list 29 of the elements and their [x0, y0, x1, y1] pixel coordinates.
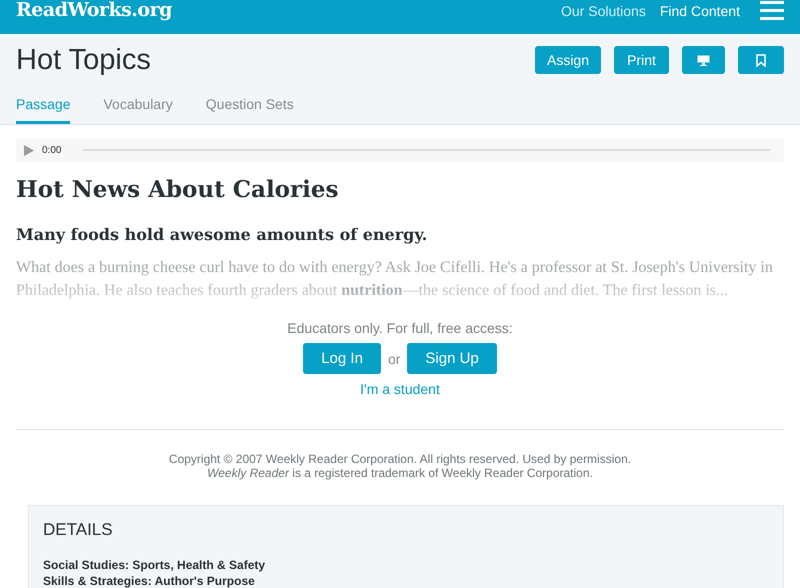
- article-subtitle: Many foods hold awesome amounts of energy.: [16, 225, 428, 244]
- projector-button[interactable]: [682, 46, 725, 74]
- nav-link[interactable]: Our Solutions: [561, 3, 646, 19]
- article-title: Hot News About Calories: [16, 176, 340, 203]
- or-text: or: [388, 350, 400, 366]
- access-prompt: Educators only. For full, free access:: [287, 320, 513, 336]
- tab[interactable]: Passage: [16, 96, 70, 124]
- menu-icon[interactable]: [760, 1, 784, 21]
- action-button[interactable]: Assign: [535, 46, 601, 74]
- details-line: Social Studies: Sports, Health & Safety: [43, 558, 266, 572]
- page-title: Hot Topics: [16, 44, 152, 76]
- time-display: 0:00: [42, 144, 62, 156]
- bookmark-icon: [756, 54, 766, 66]
- logo[interactable]: ReadWorks.org: [16, 0, 172, 21]
- article-excerpt: What does a burning cheese curl have to do with energy? Ask Joe Cifelli. He's a professor at St. Joseph's University in Philadelphia. He also teaches fourth graders about nutrition—the science of food and diet. The first lesson is...: [16, 258, 774, 301]
- tab[interactable]: Question Sets: [206, 96, 294, 124]
- bookmark-button[interactable]: [738, 46, 784, 74]
- signup-button[interactable]: Sign Up: [407, 343, 497, 374]
- nav-link[interactable]: Find Content: [660, 3, 740, 19]
- play-icon[interactable]: [24, 144, 34, 156]
- copyright-text: Weekly Reader is a registered trademark of Weekly Reader Corporation.: [206, 466, 594, 480]
- copyright-text: Copyright © 2007 Weekly Reader Corporation. All rights reserved. Used by permission.: [168, 452, 632, 466]
- details-title: DETAILS: [43, 520, 114, 540]
- student-link[interactable]: I'm a student: [360, 381, 440, 397]
- login-button[interactable]: Log In: [303, 343, 381, 374]
- tab[interactable]: Vocabulary: [103, 96, 173, 124]
- action-button[interactable]: Print: [614, 46, 669, 74]
- details-line: Skills & Strategies: Author's Purpose: [43, 574, 256, 588]
- monitor-icon: [697, 54, 710, 66]
